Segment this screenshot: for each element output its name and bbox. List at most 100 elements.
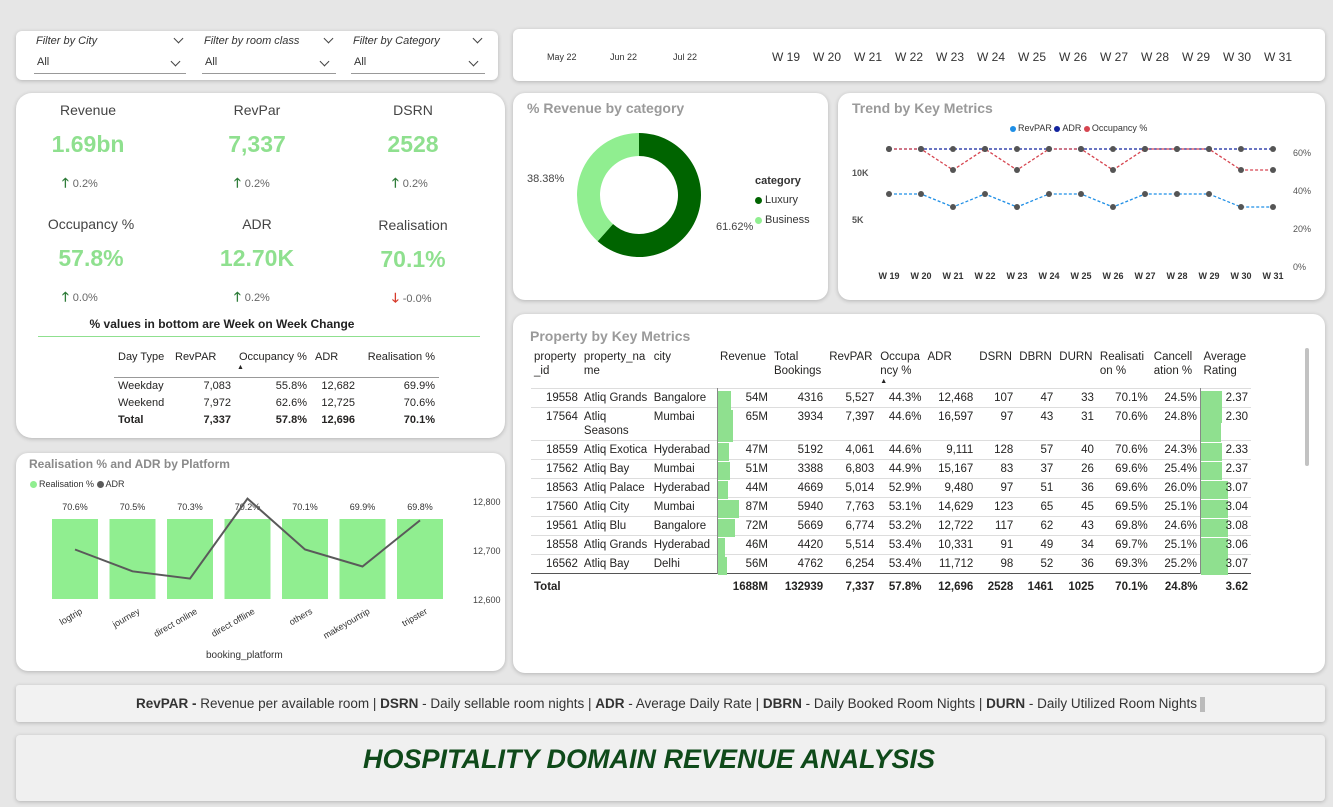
legend-item-luxury[interactable]: Luxury — [755, 194, 798, 206]
data-point[interactable] — [1174, 191, 1180, 197]
table-row[interactable]: 19558 Atliq Grands Bangalore 54M 4316 5,527 44… — [531, 388, 1251, 423]
col-header[interactable]: property_na me — [581, 348, 651, 388]
chevron-down-icon[interactable] — [323, 33, 334, 44]
month-jun[interactable]: Jun 22 — [610, 52, 637, 62]
data-point[interactable] — [1270, 167, 1276, 173]
donut-slice-business[interactable] — [577, 133, 639, 242]
data-point[interactable] — [1014, 146, 1020, 152]
data-point[interactable] — [1078, 146, 1084, 152]
data-point[interactable] — [982, 146, 988, 152]
data-point[interactable] — [918, 146, 924, 152]
bar-logtrip[interactable] — [52, 519, 98, 599]
data-point[interactable] — [1110, 146, 1116, 152]
week-w30[interactable]: W 30 — [1223, 50, 1251, 64]
data-point[interactable] — [1142, 191, 1148, 197]
bar-direct-online[interactable] — [167, 519, 213, 599]
data-point[interactable] — [1238, 146, 1244, 152]
week-w28[interactable]: W 28 — [1141, 50, 1169, 64]
filter-city-select[interactable]: All — [34, 56, 186, 74]
legend-item-business[interactable]: Business — [755, 214, 810, 226]
table-row[interactable]: 17564 Atliq Seasons Mumbai 65M 3934 7,397 44.6… — [531, 407, 1251, 442]
data-point[interactable] — [1270, 146, 1276, 152]
cell: 97 — [1000, 481, 1014, 494]
week-w25[interactable]: W 25 — [1018, 50, 1046, 64]
week-w24[interactable]: W 24 — [977, 50, 1005, 64]
col-header[interactable]: Day Type — [114, 351, 171, 377]
data-point[interactable] — [1238, 204, 1244, 210]
filter-room-class-select[interactable]: All — [202, 56, 336, 74]
col-header[interactable]: DBRN — [1016, 348, 1056, 388]
col-header[interactable]: ADR — [311, 351, 359, 377]
col-header[interactable]: Revenue — [717, 348, 771, 388]
col-header[interactable]: Realisati on % — [1097, 348, 1151, 388]
week-w19[interactable]: W 19 — [772, 50, 800, 64]
vertical-scrollbar[interactable] — [1305, 348, 1309, 466]
week-w22[interactable]: W 22 — [895, 50, 923, 64]
col-header[interactable]: DSRN — [976, 348, 1016, 388]
table-row[interactable]: 16562 Atliq Bay Delhi 56M 4762 6,254 53.4% 11,7… — [531, 554, 1251, 575]
data-point[interactable] — [886, 146, 892, 152]
data-point[interactable] — [1174, 146, 1180, 152]
week-w21[interactable]: W 21 — [854, 50, 882, 64]
filter-category-select[interactable]: All — [351, 56, 485, 74]
sort-asc-icon[interactable]: ▲ — [880, 378, 921, 385]
data-point[interactable] — [1270, 204, 1276, 210]
col-header[interactable]: Total Bookings — [771, 348, 826, 388]
data-point[interactable] — [1206, 146, 1212, 152]
week-w27[interactable]: W 27 — [1100, 50, 1128, 64]
data-point[interactable] — [1014, 204, 1020, 210]
col-header[interactable]: RevPAR — [171, 351, 235, 377]
data-point[interactable] — [1142, 146, 1148, 152]
data-point[interactable] — [918, 191, 924, 197]
table-row[interactable]: 17560 Atliq City Mumbai 87M 5940 7,763 53.1% 14… — [531, 497, 1251, 518]
table-row[interactable]: 18558 Atliq Grands Hyderabad 46M 4420 5,514 53… — [531, 535, 1251, 570]
month-jul[interactable]: Jul 22 — [673, 52, 697, 62]
data-point[interactable] — [1078, 191, 1084, 197]
sort-asc-icon[interactable]: ▲ — [237, 364, 244, 371]
month-may[interactable]: May 22 — [547, 52, 577, 62]
col-header[interactable]: Occupancy % ▲ — [235, 351, 311, 377]
week-w23[interactable]: W 23 — [936, 50, 964, 64]
col-header[interactable]: ADR — [925, 348, 977, 388]
data-point[interactable] — [886, 191, 892, 197]
col-header[interactable]: property _id — [531, 348, 581, 388]
col-header[interactable]: Occupa ncy % ▲ — [877, 348, 924, 388]
data-point[interactable] — [1238, 167, 1244, 173]
data-point[interactable] — [982, 191, 988, 197]
week-w20[interactable]: W 20 — [813, 50, 841, 64]
data-point[interactable] — [1046, 191, 1052, 197]
col-header[interactable]: RevPAR — [826, 348, 877, 388]
chevron-down-icon[interactable] — [472, 33, 483, 44]
col-header[interactable]: Average Rating — [1201, 348, 1251, 388]
bar-tripster[interactable] — [397, 519, 443, 599]
week-w26[interactable]: W 26 — [1059, 50, 1087, 64]
bar-journey[interactable] — [109, 519, 156, 599]
cell: 53.4% — [888, 557, 922, 570]
week-w29[interactable]: W 29 — [1182, 50, 1210, 64]
data-point[interactable] — [1206, 191, 1212, 197]
table-row[interactable]: 18563 Atliq Palace Hyderabad 44M 4669 5,014 52… — [531, 478, 1251, 499]
cell: Delhi — [653, 557, 680, 570]
table-row[interactable]: 19561 Atliq Blu Bangalore 72M 5669 6,774 53.2%… — [531, 516, 1251, 537]
col-header[interactable]: DURN — [1056, 348, 1097, 388]
bar-direct-offline[interactable] — [224, 519, 271, 599]
cell: 43 — [1040, 410, 1054, 423]
data-point[interactable] — [1046, 146, 1052, 152]
col-header[interactable]: Cancell ation % — [1151, 348, 1201, 388]
data-point[interactable] — [1014, 167, 1020, 173]
bar-others[interactable] — [282, 519, 328, 599]
x-tick-label: W 29 — [1198, 271, 1219, 281]
data-point[interactable] — [1110, 204, 1116, 210]
week-w31[interactable]: W 31 — [1264, 50, 1292, 64]
table-row[interactable]: 17562 Atliq Bay Mumbai 51M 3388 6,803 44.9% 15,… — [531, 459, 1251, 480]
col-header[interactable]: Realisation % — [359, 351, 439, 377]
data-point[interactable] — [950, 167, 956, 173]
bar-makeyourtrip[interactable] — [339, 519, 386, 599]
series-line-occupancy[interactable] — [889, 148, 1273, 171]
data-point[interactable] — [950, 146, 956, 152]
col-header[interactable]: city — [651, 348, 717, 388]
table-row[interactable]: 18559 Atliq Exotica Hyderabad 47M 5192 4,061 4… — [531, 440, 1251, 461]
chevron-down-icon[interactable] — [173, 33, 184, 44]
data-point[interactable] — [950, 204, 956, 210]
data-point[interactable] — [1110, 167, 1116, 173]
